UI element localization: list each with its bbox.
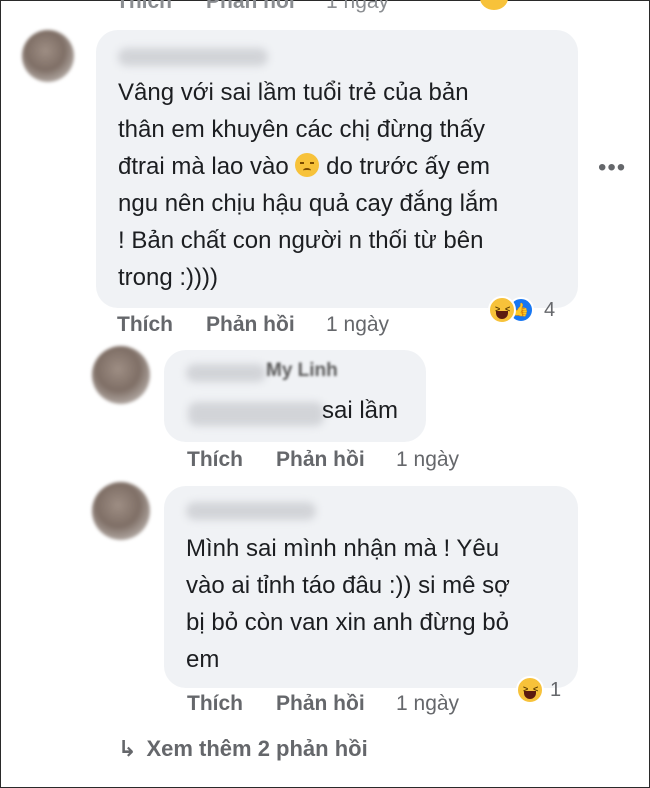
avatar[interactable] [22,30,74,82]
haha-icon: > < [488,296,516,324]
comment-line: trong :)))) [118,264,219,291]
sad-face-icon [295,153,320,177]
reply-name-blurred[interactable] [186,502,316,520]
see-more-label: Xem thêm 2 phản hồi [146,736,368,761]
reply-text: Mình sai mình nhận mà ! Yêu vào ai tỉnh … [186,530,576,678]
reply-name-partial[interactable]: My Linh [266,360,338,382]
reply-line: Mình sai mình nhận mà ! Yêu [186,535,500,562]
reply-line: vào ai tỉnh táo đâu :)) si mê sợ [186,572,510,599]
timestamp: 1 ngày [326,313,390,336]
reply-name-blurred [186,364,266,382]
timestamp: 1 ngày [326,0,390,13]
comment-line: ! Bản chất con người n thối từ bên [118,227,484,254]
see-more-replies-link[interactable]: ↳ Xem thêm 2 phản hồi [118,736,368,762]
reply-action-row: Thích Phản hồi 1 ngày [187,448,547,474]
reply-text-blurred [188,402,324,426]
reply-link[interactable]: Phản hồi [276,692,365,716]
like-link[interactable]: Thích [187,692,243,716]
reaction-count: 1 [550,678,562,701]
commenter-name-blurred[interactable] [118,48,268,66]
top-action-row: Thích Phản hồi 1 ngày [116,0,516,14]
comment-line: thân em khuyên các chị đừng thấy [118,116,485,143]
like-link[interactable]: Thích [187,448,243,472]
timestamp: 1 ngày [396,448,460,471]
like-link[interactable]: Thích [117,313,173,337]
avatar[interactable] [92,482,150,540]
reaction-count: 4 [544,298,556,321]
reply-link[interactable]: Phản hồi [276,448,365,472]
comment-action-row: Thích Phản hồi 1 ngày [117,313,477,339]
comment-line: đtrai mà lao vào do trước ấy em [118,153,490,180]
reply-arrow-icon: ↳ [118,736,137,761]
reply-text-visible: sai lầm [322,397,399,424]
comment-line: Vâng với sai lầm tuổi trẻ của bản [118,79,469,106]
reply-bubble: My Linh sai lầm [164,350,426,442]
avatar[interactable] [92,346,150,404]
reply-action-row: Thích Phản hồi 1 ngày [187,692,547,718]
comment-line: ngu nên chịu hậu quả cay đắng lắm [118,190,499,217]
reply-bubble: Mình sai mình nhận mà ! Yêu vào ai tỉnh … [164,486,578,688]
like-link[interactable]: Thích [116,0,172,14]
comment-bubble: Vâng với sai lầm tuổi trẻ của bản thân e… [96,30,578,308]
more-options-icon[interactable]: ••• [598,154,626,182]
reply-link[interactable]: Phản hồi [206,313,295,337]
comment-text: Vâng với sai lầm tuổi trẻ của bản thân e… [118,74,568,296]
reaction-summary[interactable]: > < 👍 4 [488,294,555,326]
timestamp: 1 ngày [396,692,460,715]
reply-line: bị bỏ còn van xin anh đừng bỏ [186,609,509,636]
reply-link[interactable]: Phản hồi [206,0,295,14]
reply-line: em [186,646,220,673]
